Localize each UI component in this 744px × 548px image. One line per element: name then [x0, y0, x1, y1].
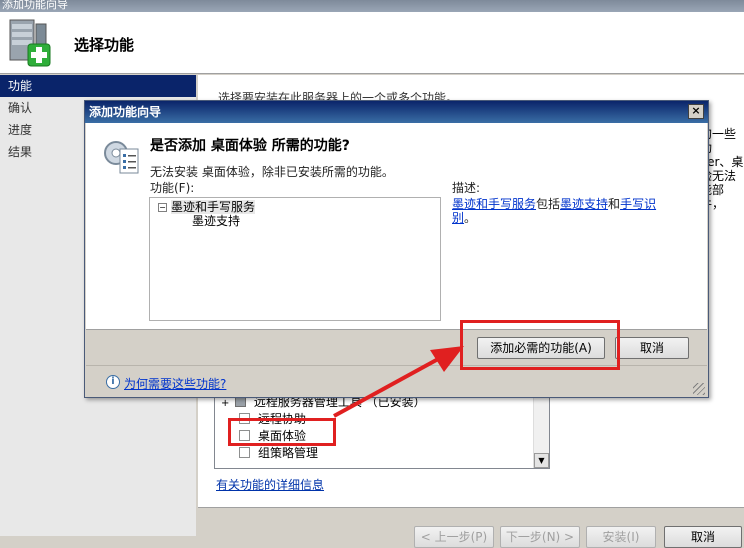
annotation-arrow-icon — [333, 346, 464, 418]
